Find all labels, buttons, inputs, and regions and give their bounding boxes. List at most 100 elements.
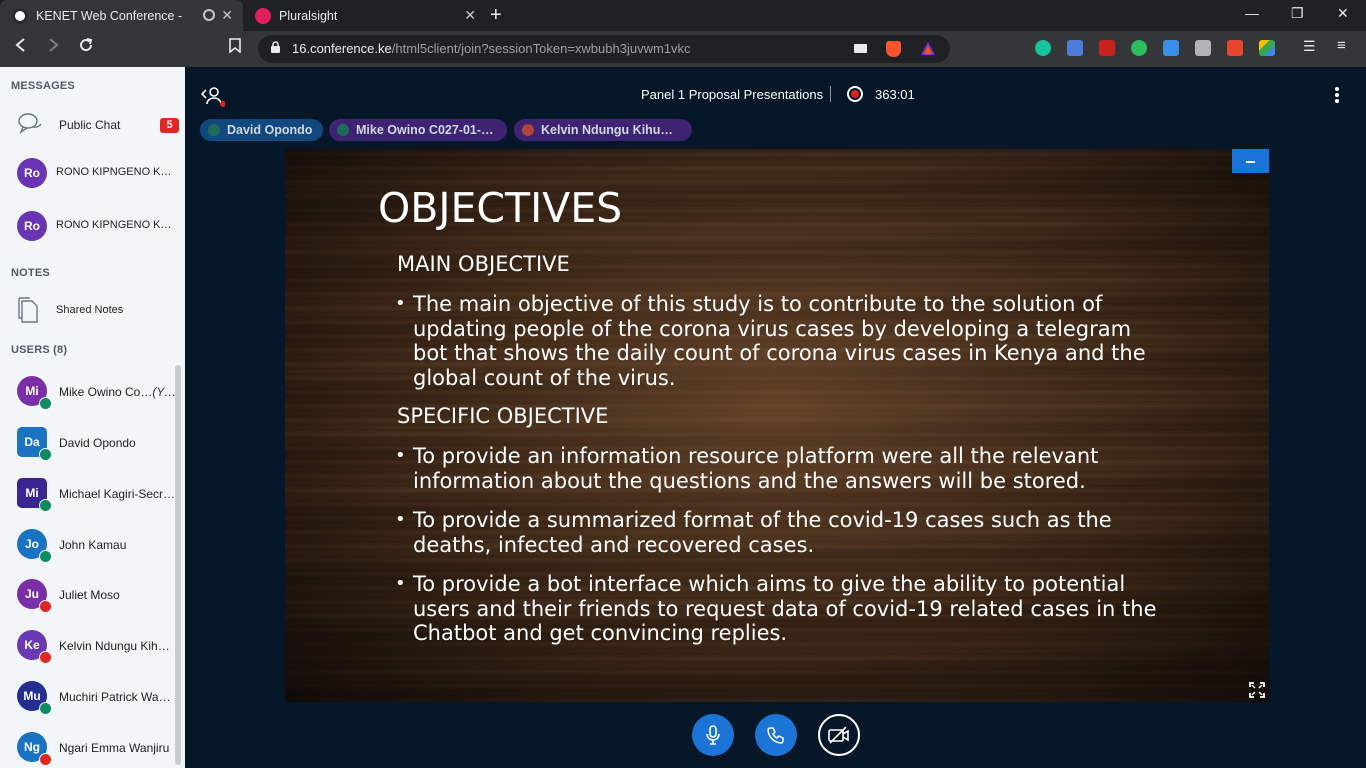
extension-red-icon[interactable]	[1099, 40, 1115, 56]
evernote-icon[interactable]	[1131, 40, 1147, 56]
user-name: Mike Owino Co…(You)	[59, 385, 176, 399]
listen-only-icon	[39, 550, 52, 563]
talking-indicator[interactable]: Kelvin Ndungu Kihu…	[514, 119, 692, 141]
minimize-window-button[interactable]: —	[1245, 5, 1259, 21]
specific-objective-bullet: To provide a bot interface which aims to…	[395, 572, 1165, 646]
presentation-slide: OBJECTIVES MAIN OBJECTIVE The main objec…	[285, 149, 1269, 702]
chat-item[interactable]: Ro RONO KIPNGENO KE…	[0, 204, 178, 248]
minimize-presentation-button[interactable]	[1232, 149, 1269, 173]
specific-objective-heading: SPECIFIC OBJECTIVE	[397, 404, 609, 428]
extension-blue-icon[interactable]	[1163, 40, 1179, 56]
user-list-item[interactable]: MiMike Owino Co…(You)	[0, 367, 178, 411]
forward-icon	[49, 38, 59, 52]
tab-kenet[interactable]: KENET Web Conference - Panel ✕	[0, 0, 243, 31]
back-button[interactable]	[14, 37, 28, 57]
tab-pluralsight[interactable]: Pluralsight ✕	[243, 0, 486, 31]
office-icon[interactable]	[1227, 40, 1243, 56]
header-divider	[830, 86, 831, 102]
shared-notes-item[interactable]: Shared Notes	[0, 289, 178, 333]
notes-icon	[18, 297, 38, 323]
webcam-off-icon	[828, 726, 849, 744]
share-webcam-button[interactable]	[818, 714, 860, 756]
options-menu-icon[interactable]	[1334, 86, 1340, 104]
bookmark-button[interactable]	[229, 38, 241, 58]
extension-grey-icon[interactable]	[1195, 40, 1211, 56]
user-list-item[interactable]: Mi Michael Kagiri-Secr…	[0, 469, 178, 513]
notes-header: NOTES	[11, 267, 50, 279]
new-tab-button[interactable]: +	[490, 4, 502, 27]
user-list-item[interactable]: Ke Kelvin Ndungu Kihu…	[0, 621, 178, 665]
user-name-text: Ngari Emma Wanjiru	[59, 741, 170, 755]
user-name-text: John Kamau	[59, 538, 127, 552]
restore-window-button[interactable]: ❐	[1291, 5, 1304, 22]
lock-icon	[271, 41, 280, 53]
talker-name: David Opondo	[227, 123, 313, 137]
toggle-userlist-icon[interactable]	[201, 85, 225, 109]
muted-icon	[39, 651, 52, 664]
chat-name: RONO KIPNGENO KE…	[56, 219, 173, 231]
translate-icon[interactable]	[1067, 40, 1083, 56]
brave-shield-icon[interactable]	[886, 41, 901, 57]
user-name: Michael Kagiri-Secr…	[59, 487, 176, 501]
close-tab-icon[interactable]: ✕	[221, 7, 233, 24]
microphone-icon	[208, 124, 220, 136]
user-name-text: David Opondo	[59, 436, 136, 450]
address-bar[interactable]: 16.conference.ke/html5client/join?sessio…	[258, 35, 950, 63]
public-chat-label: Public Chat	[59, 118, 121, 132]
user-list-item[interactable]: Mu Muchiri Patrick Wa…	[0, 672, 178, 716]
user-name: John Kamau	[59, 538, 176, 552]
muted-microphone-icon	[522, 124, 534, 136]
user-list-item[interactable]: Jo John Kamau	[0, 520, 178, 564]
talking-indicator[interactable]: David Opondo	[200, 119, 323, 141]
chat-item[interactable]: Ro RONO KIPNGENO KE…	[0, 151, 178, 195]
specific-objective-bullet: To provide a summarized format of the co…	[395, 508, 1165, 557]
url-text: 16.conference.ke/html5client/join?sessio…	[292, 41, 691, 56]
close-window-button[interactable]: ✕	[1337, 5, 1349, 22]
muted-icon	[39, 600, 52, 613]
users-header: USERS (8)	[11, 344, 68, 356]
kenet-favicon-icon	[12, 7, 28, 24]
fullscreen-icon[interactable]	[1249, 682, 1265, 698]
reload-icon	[80, 38, 93, 52]
listen-only-icon	[39, 499, 52, 512]
main-objective-bullet: The main objective of this study is to c…	[395, 292, 1165, 390]
chat-name: RONO KIPNGENO KE…	[56, 166, 173, 178]
leave-audio-button[interactable]	[755, 714, 797, 756]
avatar: Ro	[17, 158, 47, 188]
user-name-text: Kelvin Ndungu Kihu…	[59, 639, 176, 653]
forward-button[interactable]	[46, 37, 60, 57]
user-list-item[interactable]: Ng Ngari Emma Wanjiru	[0, 723, 178, 767]
reload-button[interactable]	[78, 37, 94, 58]
camera-icon[interactable]	[854, 44, 867, 53]
bookmark-icon	[229, 38, 241, 54]
tab-title: KENET Web Conference - Panel	[36, 8, 186, 23]
public-chat-item[interactable]: Public Chat 5	[0, 103, 179, 147]
user-name: Kelvin Ndungu Kihu…	[59, 639, 176, 653]
tab-title: Pluralsight	[279, 8, 338, 23]
muted-icon	[39, 753, 52, 766]
user-list-item[interactable]: Ju Juliet Moso	[0, 570, 178, 614]
record-button[interactable]	[847, 86, 863, 102]
recording-icon	[203, 9, 215, 21]
unread-badge: 5	[160, 118, 179, 133]
avatar: Ro	[17, 211, 47, 241]
user-list-item[interactable]: Da David Opondo	[0, 418, 178, 462]
user-name-text: Mike Owino Co…	[59, 385, 153, 399]
reading-list-icon[interactable]: ☰	[1303, 38, 1316, 55]
talking-indicator[interactable]: Mike Owino C027-01-…	[329, 119, 507, 141]
close-tab-icon[interactable]: ✕	[464, 7, 476, 24]
user-name: Juliet Moso	[59, 588, 176, 602]
phone-icon	[767, 727, 784, 744]
left-sidebar: MESSAGES Public Chat 5 Ro RONO KIPNGENO …	[0, 67, 185, 768]
google-drive-icon[interactable]	[1259, 40, 1275, 56]
grammarly-icon[interactable]	[1035, 40, 1051, 56]
browser-menu-icon[interactable]: ≡	[1337, 37, 1346, 54]
microphone-button[interactable]	[692, 714, 734, 756]
user-name: Muchiri Patrick Wa…	[59, 690, 176, 704]
recording-timer: 363:01	[875, 87, 915, 102]
microphone-icon	[706, 725, 720, 745]
user-name-text: Michael Kagiri-Secr…	[59, 487, 176, 501]
listen-only-icon	[39, 448, 52, 461]
brave-rewards-icon[interactable]	[920, 41, 936, 56]
messages-header: MESSAGES	[11, 80, 75, 92]
